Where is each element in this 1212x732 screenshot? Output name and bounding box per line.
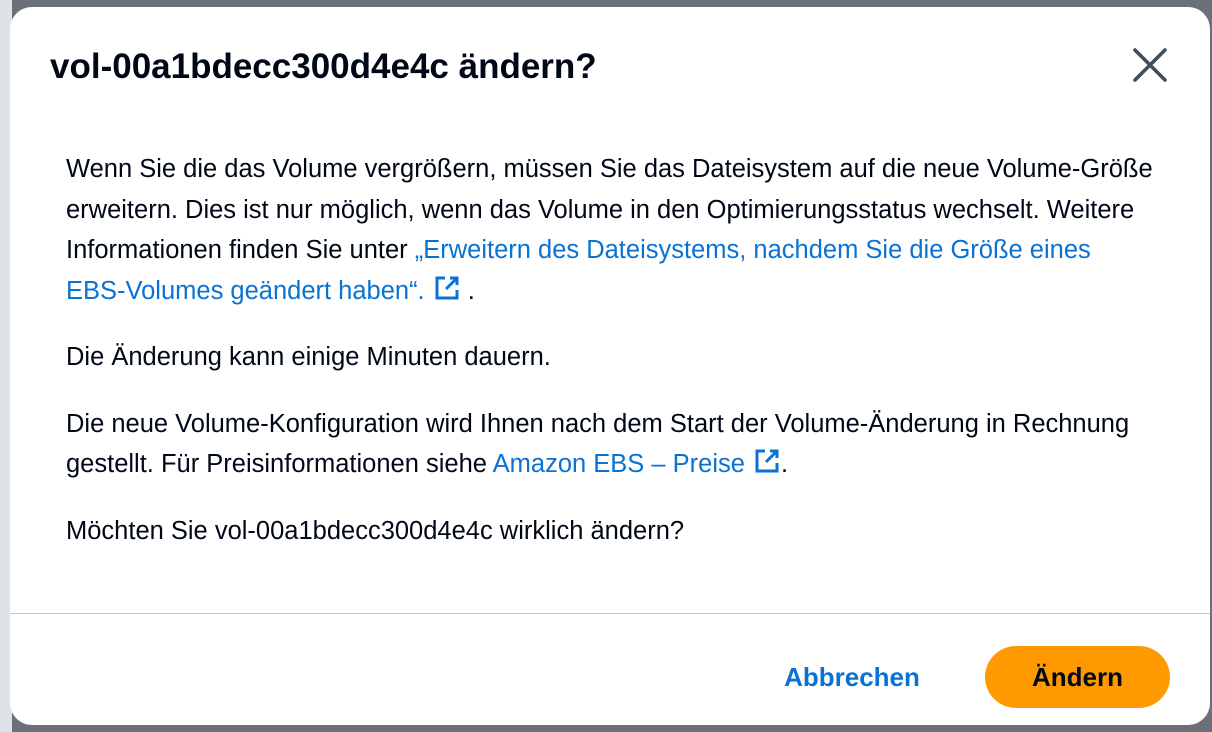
modify-button[interactable]: Ändern [985,646,1170,708]
dialog-title: vol-00a1bdecc300d4e4c ändern? [50,47,597,86]
external-link-icon [435,276,459,299]
close-button[interactable] [1128,43,1172,87]
resize-info-paragraph: Wenn Sie die das Volume vergrößern, müss… [66,149,1156,311]
dialog-footer: Abbrechen Ändern [10,614,1210,725]
resize-info-suffix: . [460,276,475,305]
modify-volume-dialog: vol-00a1bdecc300d4e4c ändern? Wenn Sie d… [10,7,1210,725]
background-fragment [0,338,8,352]
background-fragment [0,36,8,50]
ebs-pricing-link-text: Amazon EBS – Preise [492,450,745,478]
ebs-pricing-link[interactable]: Amazon EBS – Preise [492,449,781,478]
background-fragment [0,148,8,162]
duration-paragraph: Die Änderung kann einige Minuten dauern. [66,343,551,371]
close-icon [1133,48,1167,82]
background-fragment [0,530,8,544]
cancel-button[interactable]: Abbrechen [764,646,940,708]
billing-suffix: . [780,450,789,478]
dialog-body: Wenn Sie die das Volume vergrößern, müss… [66,149,1156,577]
dialog-header: vol-00a1bdecc300d4e4c ändern? [50,41,1170,101]
background-fragment [0,228,8,242]
confirmation-question: Möchten Sie vol-00a1bdecc300d4e4c wirkli… [66,516,685,545]
external-link-icon [755,449,779,473]
billing-paragraph: Die neue Volume-Konfiguration wird Ihnen… [66,404,1156,485]
